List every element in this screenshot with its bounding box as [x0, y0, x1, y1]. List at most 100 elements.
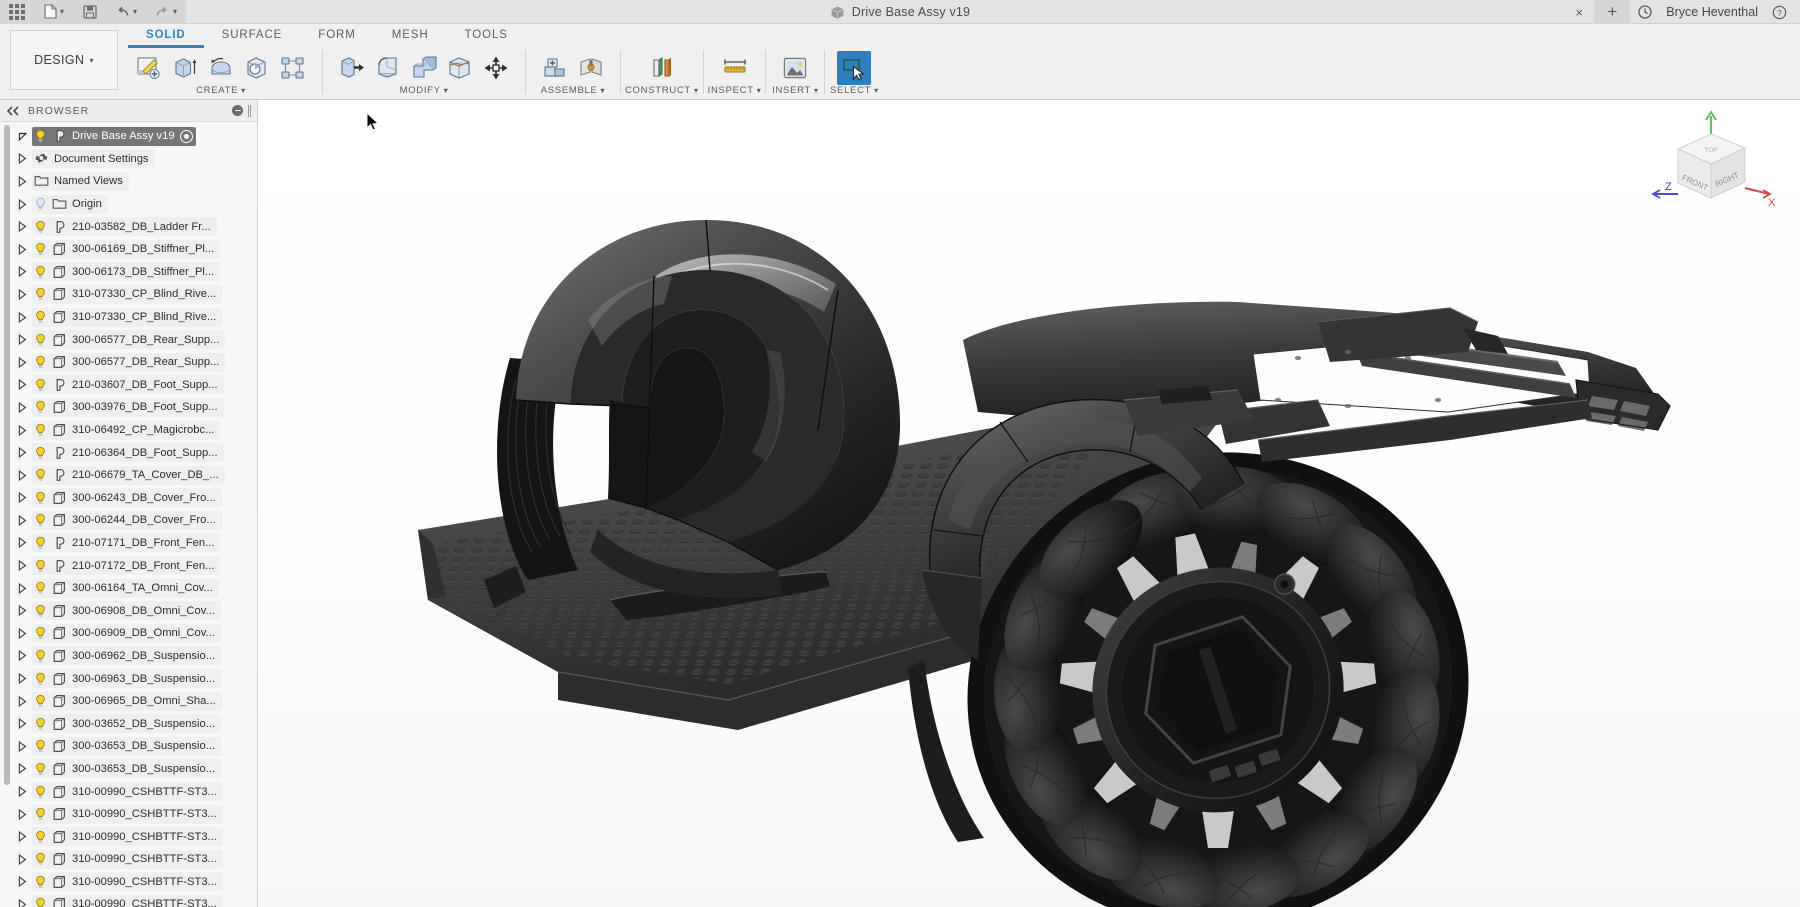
- tree-node-content[interactable]: 310-00990_CSHBTTF-ST3...: [32, 782, 223, 802]
- visibility-bulb-icon[interactable]: [34, 220, 47, 234]
- visibility-bulb-icon[interactable]: [34, 468, 47, 482]
- app-grid-icon[interactable]: [0, 0, 34, 24]
- tree-node[interactable]: 310-00990_CSHBTTF-ST3...: [0, 848, 257, 871]
- tree-node[interactable]: Origin: [0, 193, 257, 216]
- visibility-bulb-icon[interactable]: [34, 694, 47, 708]
- tree-node[interactable]: 210-03607_DB_Foot_Supp...: [0, 374, 257, 397]
- chevron-right-icon[interactable]: [18, 898, 28, 907]
- viewport-canvas[interactable]: TOP FRONT RIGHT Z X: [258, 100, 1800, 907]
- tree-node-content[interactable]: 300-06244_DB_Cover_Fro...: [32, 510, 222, 530]
- chevron-right-icon[interactable]: [18, 673, 28, 685]
- tree-node[interactable]: 310-00990_CSHBTTF-ST3...: [0, 871, 257, 894]
- split-face-icon[interactable]: [443, 51, 477, 85]
- tree-node-content[interactable]: 210-07171_DB_Front_Fen...: [32, 533, 221, 553]
- tab-surface[interactable]: SURFACE: [204, 26, 301, 48]
- close-tab-button[interactable]: ×: [1564, 0, 1594, 24]
- chevron-right-icon[interactable]: [18, 243, 28, 255]
- hole-icon[interactable]: [240, 51, 274, 85]
- tree-node-content[interactable]: Origin: [32, 194, 108, 214]
- tree-node-content[interactable]: 210-06679_TA_Cover_DB_...: [32, 465, 225, 485]
- tree-node-content[interactable]: 300-06173_DB_Stiffner_Pl...: [32, 262, 221, 282]
- tree-node[interactable]: 310-00990_CSHBTTF-ST3...: [0, 893, 257, 907]
- tree-node[interactable]: 300-06173_DB_Stiffner_Pl...: [0, 261, 257, 284]
- visibility-bulb-icon[interactable]: [34, 649, 47, 663]
- tree-node-content[interactable]: 310-07330_CP_Blind_Rive...: [32, 307, 223, 327]
- panel-modify-label[interactable]: MODIFY ▾: [400, 85, 449, 96]
- tree-node[interactable]: 300-06908_DB_Omni_Cov...: [0, 599, 257, 622]
- tree-node[interactable]: 310-07330_CP_Blind_Rive...: [0, 306, 257, 329]
- tree-node[interactable]: 310-07330_CP_Blind_Rive...: [0, 283, 257, 306]
- tree-node[interactable]: 210-06364_DB_Foot_Supp...: [0, 441, 257, 464]
- tab-solid[interactable]: SOLID: [128, 26, 204, 48]
- visibility-bulb-icon[interactable]: [34, 129, 47, 143]
- visibility-bulb-icon[interactable]: [34, 830, 47, 844]
- panel-inspect-label[interactable]: INSPECT ▾: [708, 85, 762, 96]
- tree-node-content[interactable]: 310-00990_CSHBTTF-ST3...: [32, 849, 223, 869]
- new-tab-button[interactable]: +: [1594, 0, 1631, 24]
- tree-node-content[interactable]: 210-03582_DB_Ladder Fr...: [32, 217, 217, 237]
- visibility-bulb-icon[interactable]: [34, 536, 47, 550]
- move-copy-icon[interactable]: [479, 51, 513, 85]
- visibility-bulb-icon[interactable]: [34, 197, 47, 211]
- visibility-bulb-icon[interactable]: [34, 785, 47, 799]
- visibility-bulb-icon[interactable]: [34, 378, 47, 392]
- tree-node-content[interactable]: 300-06169_DB_Stiffner_Pl...: [32, 239, 221, 259]
- tree-node-content[interactable]: 300-06963_DB_Suspensio...: [32, 669, 222, 689]
- visibility-bulb-icon[interactable]: [34, 265, 47, 279]
- tree-node[interactable]: 310-00990_CSHBTTF-ST3...: [0, 803, 257, 826]
- tree-node-content[interactable]: 300-03652_DB_Suspensio...: [32, 714, 222, 734]
- tree-node-content[interactable]: 300-03976_DB_Foot_Supp...: [32, 397, 224, 417]
- tree-node[interactable]: 210-07171_DB_Front_Fen...: [0, 532, 257, 555]
- create-sketch-icon[interactable]: [132, 51, 166, 85]
- visibility-bulb-icon[interactable]: [34, 581, 47, 595]
- tree-node-content[interactable]: 300-06965_DB_Omni_Sha...: [32, 691, 222, 711]
- chevron-right-icon[interactable]: [18, 537, 28, 549]
- visibility-bulb-icon[interactable]: [34, 852, 47, 866]
- measure-icon[interactable]: [718, 51, 752, 85]
- chevron-right-icon[interactable]: [18, 853, 28, 865]
- chevron-right-icon[interactable]: [18, 808, 28, 820]
- chevron-right-icon[interactable]: [18, 605, 28, 617]
- tab-mesh[interactable]: MESH: [374, 26, 447, 48]
- chevron-right-icon[interactable]: [18, 763, 28, 775]
- tree-node[interactable]: 210-06679_TA_Cover_DB_...: [0, 464, 257, 487]
- tree-node[interactable]: 300-06577_DB_Rear_Supp...: [0, 351, 257, 374]
- visibility-bulb-icon[interactable]: [34, 762, 47, 776]
- chevron-right-icon[interactable]: [18, 718, 28, 730]
- tree-node-content[interactable]: 300-06908_DB_Omni_Cov...: [32, 601, 221, 621]
- tree-node[interactable]: Document Settings: [0, 148, 257, 171]
- panel-construct-label[interactable]: CONSTRUCT ▾: [625, 85, 699, 96]
- chevron-right-icon[interactable]: [18, 469, 28, 481]
- history-button[interactable]: [1630, 0, 1660, 24]
- offset-plane-icon[interactable]: [645, 51, 679, 85]
- tree-node-content[interactable]: 300-03653_DB_Suspensio...: [32, 736, 222, 756]
- visibility-bulb-icon[interactable]: [34, 355, 47, 369]
- tree-node-content[interactable]: 300-03653_DB_Suspensio...: [32, 759, 222, 779]
- extrude-icon[interactable]: [168, 51, 202, 85]
- tree-node-content[interactable]: 310-00990_CSHBTTF-ST3...: [32, 872, 223, 892]
- visibility-bulb-icon[interactable]: [34, 287, 47, 301]
- chevron-right-icon[interactable]: [18, 401, 28, 413]
- activate-component-radio[interactable]: [179, 129, 193, 143]
- chevron-right-icon[interactable]: [18, 379, 28, 391]
- tree-node-content[interactable]: 310-06492_CP_Magicrobc...: [32, 420, 221, 440]
- visibility-bulb-icon[interactable]: [34, 739, 47, 753]
- visibility-bulb-icon[interactable]: [34, 513, 47, 527]
- workspace-selector[interactable]: DESIGN ▾: [10, 30, 118, 90]
- tree-node-content[interactable]: 300-06577_DB_Rear_Supp...: [32, 352, 226, 372]
- shell-icon[interactable]: [407, 51, 441, 85]
- chevron-right-icon[interactable]: [18, 627, 28, 639]
- revolve-icon[interactable]: [204, 51, 238, 85]
- panel-select-label[interactable]: SELECT ▾: [830, 85, 879, 96]
- chevron-right-icon[interactable]: [18, 740, 28, 752]
- visibility-bulb-icon[interactable]: [34, 400, 47, 414]
- tree-node[interactable]: 300-06962_DB_Suspensio...: [0, 645, 257, 668]
- tree-node-content[interactable]: 310-00990_CSHBTTF-ST3...: [32, 827, 223, 847]
- visibility-bulb-icon[interactable]: [34, 333, 47, 347]
- undo-button[interactable]: ▾: [106, 0, 146, 24]
- press-pull-icon[interactable]: [335, 51, 369, 85]
- chevron-right-icon[interactable]: [18, 356, 28, 368]
- tree-node-content[interactable]: 300-06909_DB_Omni_Cov...: [32, 623, 221, 643]
- panel-insert-label[interactable]: INSERT ▾: [772, 85, 819, 96]
- tree-node[interactable]: 300-06965_DB_Omni_Sha...: [0, 690, 257, 713]
